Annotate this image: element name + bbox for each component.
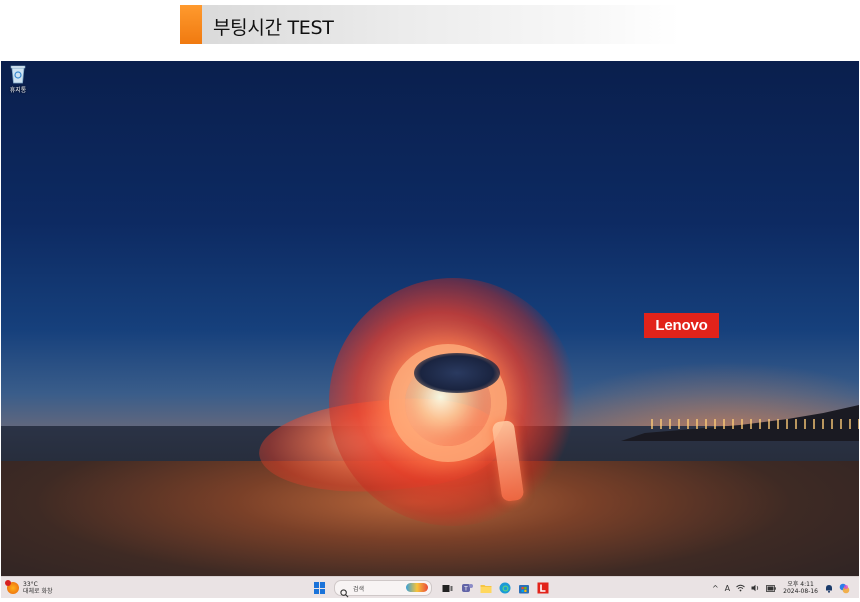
desktop-icon-recycle-bin[interactable]: 휴지통 (5, 64, 31, 98)
search-icon (340, 583, 350, 598)
input-method-indicator[interactable]: A (725, 584, 730, 593)
task-view-button[interactable] (441, 582, 454, 595)
copilot-icon[interactable] (839, 583, 850, 594)
task-view-icon (442, 584, 453, 592)
weather-widget[interactable]: 33°C 대체로 화창 (5, 580, 53, 596)
weather-temperature: 33°C (23, 581, 38, 588)
wifi-icon[interactable] (736, 584, 745, 592)
desktop-icon-label: 휴지통 (9, 87, 27, 94)
recycle-bin-icon (10, 65, 26, 84)
battery-icon[interactable] (766, 584, 776, 592)
system-tray: ^ A 오후 4:11 2024-08-16 (709, 579, 853, 597)
banner-accent-bar (180, 5, 202, 44)
volume-icon[interactable] (751, 584, 760, 592)
taskbar-center: 검색 T (314, 580, 552, 598)
weather-description: 대체로 화창 (23, 588, 53, 595)
lenovo-logo: Lenovo (644, 313, 719, 338)
sun-icon (5, 580, 19, 594)
wallpaper-town-lights (651, 419, 859, 429)
teams-button[interactable]: T (460, 582, 473, 595)
store-icon (518, 585, 529, 594)
desktop-screen: Lenovo 휴지통 33°C 대체로 화창 검색 T ^ A 오후 4:11 … (1, 61, 859, 598)
taskbar: 33°C 대체로 화창 검색 T ^ A 오후 4:11 2024-08-16 (1, 576, 859, 598)
search-highlight-icon (406, 583, 428, 592)
search-placeholder: 검색 (353, 585, 365, 593)
file-explorer-button[interactable] (479, 582, 492, 595)
notification-bell-icon[interactable] (825, 584, 833, 593)
lenovo-vantage-button[interactable] (536, 582, 549, 595)
clock-time: 오후 4:11 (787, 581, 814, 588)
folder-icon (480, 584, 491, 593)
store-button[interactable] (517, 582, 530, 595)
edge-button[interactable] (498, 582, 511, 595)
header-banner: 부팅시간 TEST (180, 5, 680, 44)
lenovo-vantage-icon (537, 582, 548, 594)
svg-text:T: T (463, 586, 468, 593)
show-hidden-icons-button[interactable]: ^ (712, 584, 719, 593)
banner-title: 부팅시간 TEST (213, 17, 334, 39)
edge-icon (499, 582, 510, 594)
taskbar-search-box[interactable]: 검색 (334, 580, 432, 598)
wallpaper-light-swirl-core (414, 353, 500, 393)
teams-icon: T (461, 584, 473, 593)
start-button[interactable] (314, 582, 326, 594)
taskbar-clock[interactable]: 오후 4:11 2024-08-16 (783, 581, 818, 595)
clock-date: 2024-08-16 (783, 588, 818, 595)
notification-badge (5, 580, 11, 586)
